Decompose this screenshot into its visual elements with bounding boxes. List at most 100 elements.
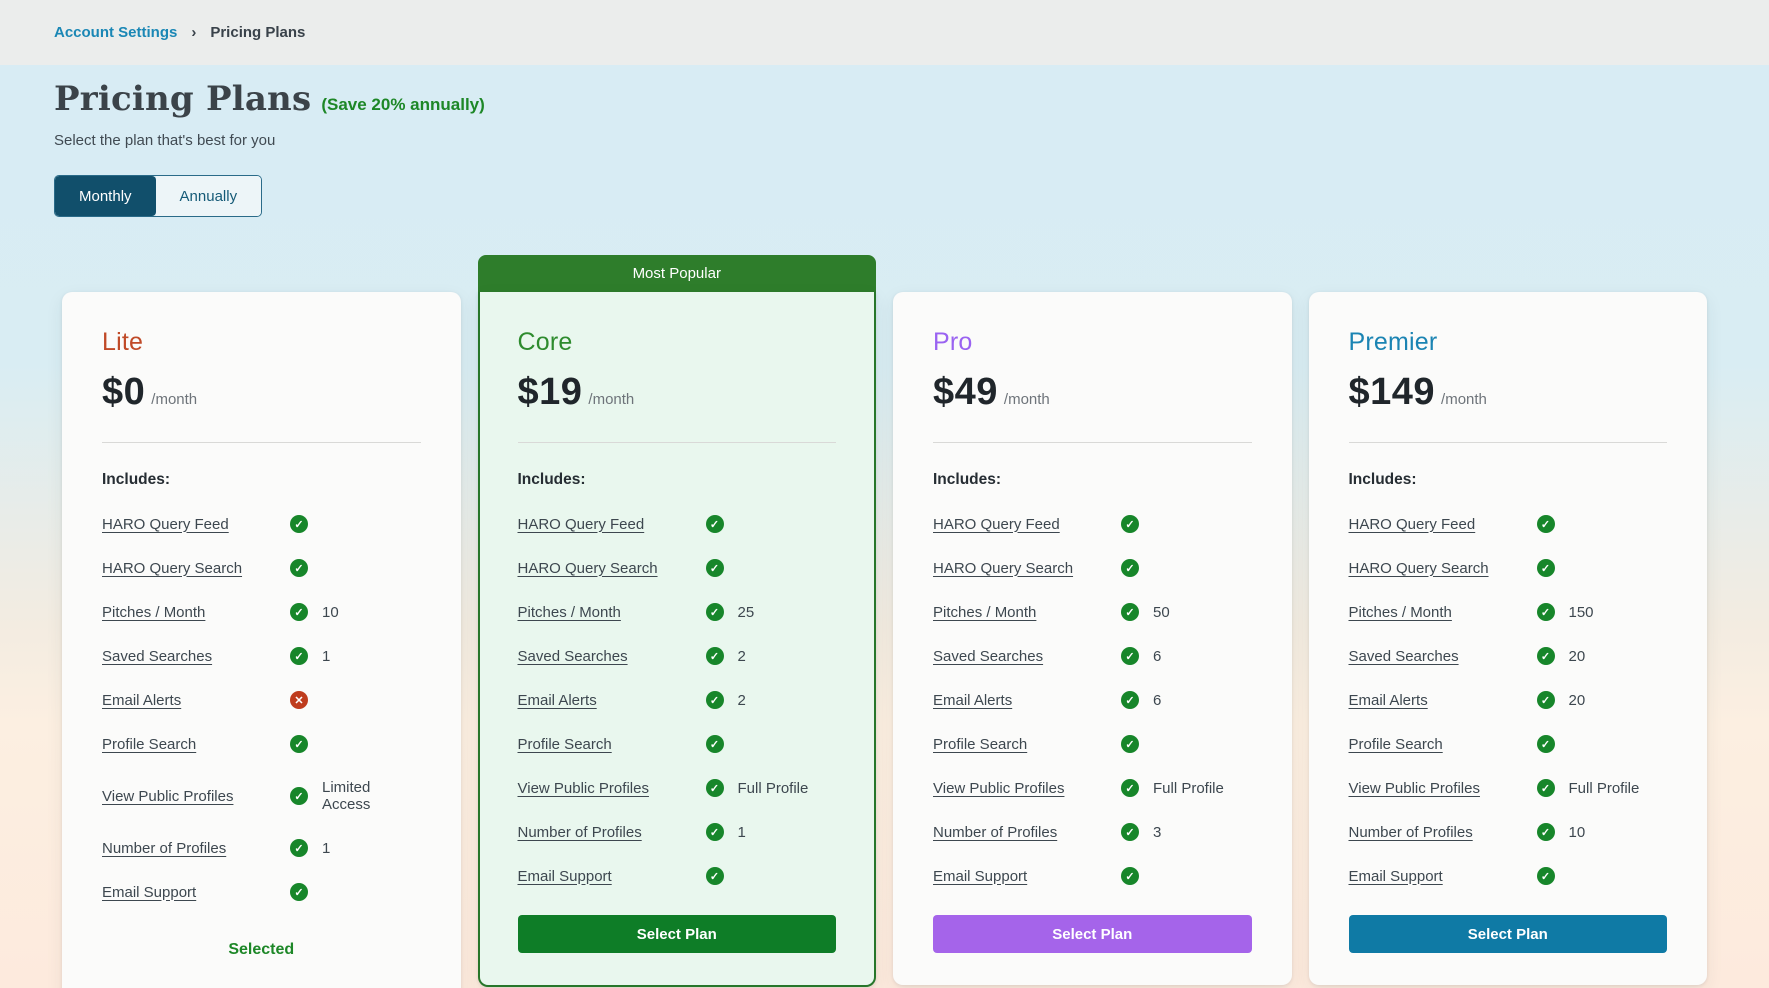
feature-link[interactable]: Pitches / Month — [102, 604, 290, 621]
breadcrumb-current: Pricing Plans — [210, 24, 305, 41]
feature-link[interactable]: Pitches / Month — [1349, 604, 1537, 621]
feature-row: Profile Search✓ — [518, 735, 837, 753]
feature-list: HARO Query Feed ✓ HARO Query Search ✓ Pitche… — [933, 515, 1252, 885]
check-icon: ✓ — [706, 515, 724, 533]
check-icon: ✓ — [290, 647, 308, 665]
check-icon: ✓ — [706, 603, 724, 621]
check-icon: ✓ — [706, 735, 724, 753]
feature-link[interactable]: Profile Search — [933, 736, 1121, 753]
feature-row: Email Alerts✓20 — [1349, 691, 1668, 709]
feature-value: Full Profile — [738, 780, 809, 797]
feature-link[interactable]: Saved Searches — [1349, 648, 1537, 665]
feature-value: 1 — [322, 840, 330, 857]
feature-link[interactable]: HARO Query Search — [518, 560, 706, 577]
feature-link[interactable]: Number of Profiles — [518, 824, 706, 841]
feature-link[interactable]: Email Support — [518, 868, 706, 885]
most-popular-banner: Most Popular — [478, 255, 877, 292]
feature-link[interactable]: HARO Query Search — [1349, 560, 1537, 577]
feature-row: Number of Profiles✓1 — [102, 839, 421, 857]
feature-link[interactable]: Saved Searches — [933, 648, 1121, 665]
feature-link[interactable]: HARO Query Feed — [102, 516, 290, 533]
feature-link[interactable]: Pitches / Month — [933, 604, 1121, 621]
select-plan-button-pro[interactable]: Select Plan — [933, 915, 1252, 953]
feature-link[interactable]: Profile Search — [518, 736, 706, 753]
plan-card-core: Core$19/monthIncludes:HARO Query Feed✓HA… — [478, 292, 877, 987]
check-icon: ✓ — [290, 603, 308, 621]
plan-column-lite: Lite$0/monthIncludes:HARO Query Feed✓HAR… — [62, 292, 461, 988]
feature-row: Profile Search✓ — [1349, 735, 1668, 753]
check-icon: ✓ — [1121, 691, 1139, 709]
feature-value: 50 — [1153, 604, 1170, 621]
price-period: /month — [1441, 391, 1487, 408]
plan-column-core: Most PopularCore$19/monthIncludes:HARO Q… — [478, 255, 877, 987]
check-icon: ✓ — [290, 515, 308, 533]
feature-row: Profile Search✓ — [933, 735, 1252, 753]
page-subtitle: Select the plan that's best for you — [54, 132, 1715, 149]
toggle-annually-button[interactable]: Annually — [156, 176, 262, 216]
select-plan-button-premier[interactable]: Select Plan — [1349, 915, 1668, 953]
feature-link[interactable]: Number of Profiles — [1349, 824, 1537, 841]
feature-link[interactable]: View Public Profiles — [1349, 780, 1537, 797]
feature-link[interactable]: Number of Profiles — [933, 824, 1121, 841]
feature-row: Email Support✓ — [933, 867, 1252, 885]
breadcrumb-link-account-settings[interactable]: Account Settings — [54, 24, 177, 41]
check-icon: ✓ — [1537, 515, 1555, 533]
feature-row: Saved Searches✓2 — [518, 647, 837, 665]
select-plan-button-core[interactable]: Select Plan — [518, 915, 837, 953]
feature-link[interactable]: Email Alerts — [518, 692, 706, 709]
check-icon: ✓ — [706, 559, 724, 577]
feature-row: View Public Profiles✓Full Profile — [1349, 779, 1668, 797]
check-icon: ✓ — [1537, 735, 1555, 753]
feature-link[interactable]: Email Support — [1349, 868, 1537, 885]
feature-value: Limited Access — [322, 779, 421, 813]
feature-link[interactable]: Email Support — [933, 868, 1121, 885]
check-icon: ✓ — [1537, 867, 1555, 885]
plan-card-lite: Lite$0/monthIncludes:HARO Query Feed✓HAR… — [62, 292, 461, 988]
feature-link[interactable]: Profile Search — [1349, 736, 1537, 753]
feature-link[interactable]: Email Alerts — [933, 692, 1121, 709]
feature-link[interactable]: Saved Searches — [518, 648, 706, 665]
feature-link[interactable]: Number of Profiles — [102, 840, 290, 857]
plan-column-premier: Premier$149/monthIncludes:HARO Query Fee… — [1309, 292, 1708, 985]
plan-price: $19/month — [518, 371, 837, 414]
feature-list: HARO Query Feed✓HARO Query Search✓Pitche… — [518, 515, 837, 885]
feature-link[interactable]: Email Support — [102, 884, 290, 901]
feature-value: 6 — [1153, 648, 1161, 665]
feature-link[interactable]: View Public Profiles — [518, 780, 706, 797]
feature-row: Pitches / Month✓25 — [518, 603, 837, 621]
feature-link[interactable]: View Public Profiles — [933, 780, 1121, 797]
feature-link[interactable]: HARO Query Search — [102, 560, 290, 577]
feature-link[interactable]: Pitches / Month — [518, 604, 706, 621]
feature-row: Pitches / Month✓10 — [102, 603, 421, 621]
check-icon: ✓ — [1121, 867, 1139, 885]
feature-row: Number of Profiles✓3 — [933, 823, 1252, 841]
check-icon: ✓ — [290, 787, 308, 805]
feature-list: HARO Query Feed✓HARO Query Search✓Pitche… — [102, 515, 421, 901]
feature-link[interactable]: View Public Profiles — [102, 788, 290, 805]
check-icon: ✓ — [290, 883, 308, 901]
toggle-monthly-button[interactable]: Monthly — [55, 176, 156, 216]
feature-value: 2 — [738, 692, 746, 709]
feature-link[interactable]: HARO Query Feed — [933, 516, 1121, 533]
feature-link[interactable]: HARO Query Feed — [518, 516, 706, 533]
feature-row: Pitches / Month✓150 — [1349, 603, 1668, 621]
check-icon: ✓ — [290, 735, 308, 753]
billing-period-toggle: Monthly Annually — [54, 175, 262, 217]
feature-link[interactable]: HARO Query Feed — [1349, 516, 1537, 533]
feature-link[interactable]: HARO Query Search — [933, 560, 1121, 577]
feature-link[interactable]: Profile Search — [102, 736, 290, 753]
check-icon: ✓ — [1121, 735, 1139, 753]
feature-link[interactable]: Email Alerts — [102, 692, 290, 709]
feature-value: Full Profile — [1569, 780, 1640, 797]
feature-value: 1 — [738, 824, 746, 841]
plan-name: Pro — [933, 328, 1252, 357]
divider — [518, 442, 837, 443]
check-icon: ✓ — [1537, 691, 1555, 709]
feature-link[interactable]: Email Alerts — [1349, 692, 1537, 709]
price-period: /month — [1004, 391, 1050, 408]
annual-savings-note: (Save 20% annually) — [321, 95, 484, 115]
feature-row: HARO Query Search✓ — [102, 559, 421, 577]
check-icon: ✓ — [290, 559, 308, 577]
cross-icon: ✕ — [290, 691, 308, 709]
feature-link[interactable]: Saved Searches — [102, 648, 290, 665]
